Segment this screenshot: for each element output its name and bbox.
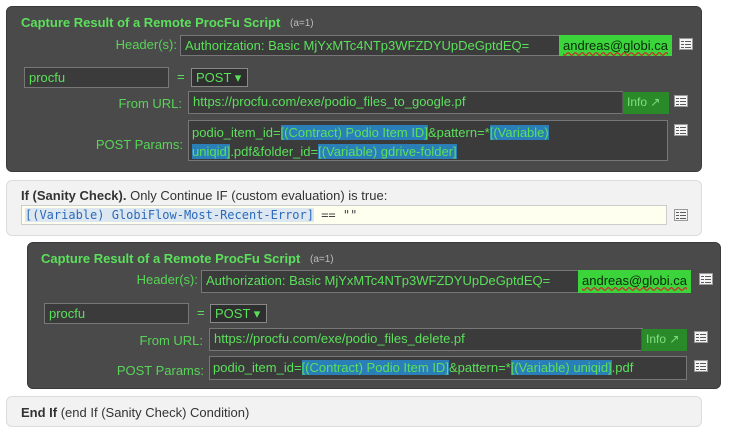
procfu-action-block-2: Capture Result of a Remote ProcFu Script… (27, 242, 721, 389)
block-title: Capture Result of a Remote ProcFu Script (41, 251, 301, 266)
variable-token[interactable]: [(Contract) Podio Item ID] (280, 125, 428, 140)
field-picker-icon[interactable] (694, 360, 708, 372)
profile-input[interactable]: procfu (24, 67, 169, 88)
email-token[interactable]: andreas@globi.ca (578, 270, 691, 293)
field-picker-icon[interactable] (674, 209, 688, 221)
block-title: Capture Result of a Remote ProcFu Script (21, 15, 281, 30)
headers-input[interactable]: Authorization: Basic MjYxMTc4NTp3WFZDYUp… (180, 35, 560, 56)
end-if-heading: End If (end If (Sanity Check) Condition) (21, 405, 250, 420)
method-select[interactable]: POST ▾ (191, 68, 248, 87)
variable-token[interactable]: [(Variable) (489, 125, 549, 140)
headers-label: Header(s): (136, 272, 198, 287)
procfu-action-block-1: Capture Result of a Remote ProcFu Script… (6, 6, 702, 172)
headers-label: Header(s): (115, 37, 177, 52)
email-token[interactable]: andreas@globi.ca (559, 35, 672, 56)
variable-token[interactable]: [(Variable) GlobiFlow-Most-Recent-Error] (25, 208, 314, 222)
post-params-input[interactable]: podio_item_id=[(Contract) Podio Item ID]… (209, 356, 687, 380)
field-picker-icon[interactable] (699, 273, 713, 285)
field-picker-icon[interactable] (674, 124, 688, 136)
variable-token[interactable]: [(Variable) gdrive-folder] (318, 144, 457, 159)
equals-sign: = (177, 69, 185, 84)
end-if-block: End If (end If (Sanity Check) Condition) (6, 396, 702, 427)
post-params-label: POST Params: (95, 137, 183, 152)
variable-token[interactable]: [(Variable) uniqid] (510, 360, 612, 375)
headers-input[interactable]: Authorization: Basic MjYxMTc4NTp3WFZDYUp… (201, 270, 579, 293)
equals-sign: = (197, 305, 205, 320)
profile-input[interactable]: procfu (44, 303, 189, 324)
from-url-input[interactable]: https://procfu.com/exe/podio_files_delet… (209, 328, 643, 351)
from-url-label: From URL: (139, 333, 203, 348)
sanity-check-block: If (Sanity Check). Only Continue IF (cus… (6, 180, 702, 236)
info-button[interactable]: Info ↗ (641, 329, 687, 351)
variable-token[interactable]: uniqid] (192, 144, 231, 159)
field-picker-icon[interactable] (674, 95, 688, 107)
from-url-label: From URL: (118, 96, 182, 111)
block-note: (a=1) (310, 254, 334, 265)
post-params-label: POST Params: (116, 363, 204, 378)
method-select[interactable]: POST ▾ (210, 304, 267, 323)
info-button[interactable]: Info ↗ (622, 92, 669, 114)
sanity-check-heading: If (Sanity Check). Only Continue IF (cus… (21, 188, 388, 203)
condition-input[interactable]: [(Variable) GlobiFlow-Most-Recent-Error]… (21, 205, 667, 225)
field-picker-icon[interactable] (679, 38, 693, 50)
post-params-input[interactable]: podio_item_id=[(Contract) Podio Item ID]… (188, 120, 668, 161)
block-note: (a=1) (290, 18, 314, 29)
variable-token[interactable]: [(Contract) Podio Item ID] (301, 360, 449, 375)
field-picker-icon[interactable] (694, 331, 708, 343)
from-url-input[interactable]: https://procfu.com/exe/podio_files_to_go… (188, 91, 623, 114)
